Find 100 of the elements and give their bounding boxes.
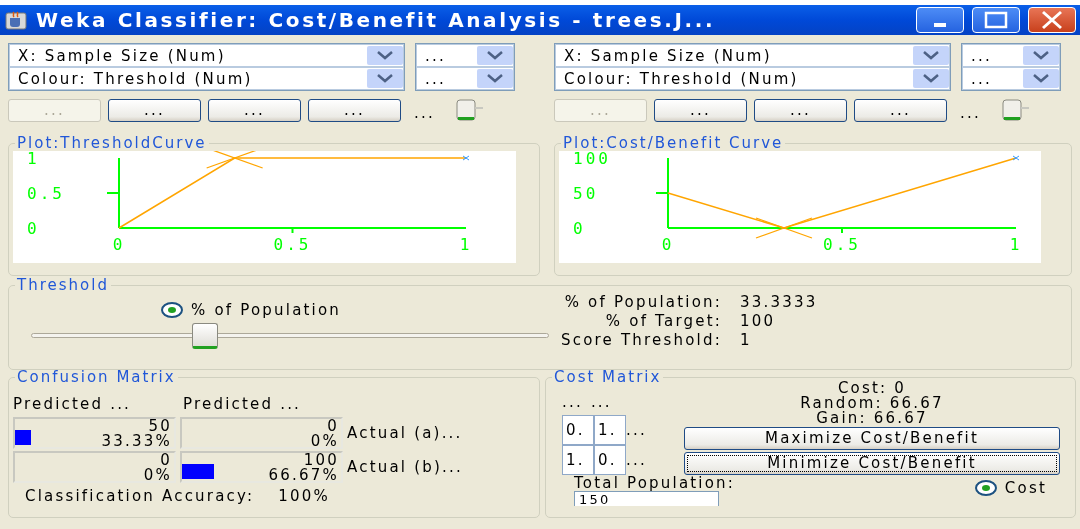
- stat-text: Gain: 66.67: [816, 411, 928, 426]
- radio-button[interactable]: [974, 480, 997, 496]
- column-header: Predicted ...: [183, 395, 303, 415]
- tick-label: 1: [459, 235, 473, 254]
- matrix-field[interactable]: 0.: [562, 415, 594, 445]
- matrix-field[interactable]: 1.: [562, 445, 594, 475]
- radio-button[interactable]: [161, 302, 183, 318]
- percent-text: 0%: [143, 468, 172, 483]
- slider-thumb[interactable]: [192, 323, 219, 349]
- count-text: 0: [160, 453, 172, 468]
- toolbar-button[interactable]: ...: [854, 98, 947, 122]
- stat-label: % of Target:: [604, 312, 722, 330]
- dropdown[interactable]: ...: [962, 67, 1060, 90]
- tick-mark: [841, 227, 843, 234]
- matrix-field[interactable]: 1.: [594, 415, 626, 445]
- ellipsis-label: ...: [960, 104, 981, 122]
- tick-label: 50: [573, 184, 599, 203]
- panel-title: Confusion Matrix: [16, 370, 177, 385]
- row-label: Actual (b)...: [347, 458, 463, 476]
- row-label: ...: [626, 451, 647, 469]
- matrix-field[interactable]: 0.: [594, 445, 626, 475]
- chevron-down-icon: [367, 69, 403, 88]
- dropdown[interactable]: ...: [416, 44, 514, 67]
- y-axis: [118, 157, 120, 229]
- point-marker: [462, 155, 470, 161]
- toolbar-button[interactable]: ...: [208, 98, 301, 122]
- dropdown[interactable]: ...: [962, 44, 1060, 67]
- toolbar-button[interactable]: ...: [654, 98, 747, 122]
- tick-label: 0: [27, 219, 40, 238]
- count-text: 100: [303, 453, 339, 468]
- handle-icon[interactable]: [1001, 99, 1032, 121]
- close-button[interactable]: [1028, 7, 1076, 33]
- stat-text: Random: 66.67: [800, 396, 944, 411]
- tick-mark: [291, 227, 294, 234]
- handle-icon[interactable]: [455, 99, 486, 121]
- tick-label: 0.5: [823, 235, 861, 254]
- percent-text: 33.33%: [101, 434, 172, 449]
- chevron-down-icon: [913, 69, 949, 88]
- percent-text: 0%: [310, 434, 339, 449]
- action-button[interactable]: Maximize Cost/Benefit: [684, 427, 1060, 450]
- accuracy-label: Classification Accuracy:: [25, 487, 255, 505]
- tick-mark: [106, 192, 120, 194]
- app-icon: [4, 9, 28, 31]
- action-button[interactable]: Minimize Cost/Benefit: [684, 452, 1060, 475]
- tick-label: 0: [661, 235, 675, 254]
- radio-label: % of Population: [191, 301, 342, 319]
- toolbar-button[interactable]: ...: [308, 98, 401, 122]
- dropdown[interactable]: X: Sample Size (Num): [555, 44, 950, 67]
- tick-label: 1: [1009, 235, 1023, 254]
- tick-label: 0: [573, 219, 586, 238]
- chevron-down-icon: [1023, 69, 1059, 88]
- dropdown[interactable]: Colour: Threshold (Num): [555, 67, 950, 90]
- tick-label: 0.5: [273, 235, 312, 254]
- input-field[interactable]: 150: [574, 491, 719, 506]
- panel-title: Cost Matrix: [553, 370, 663, 385]
- chevron-down-icon: [1023, 46, 1059, 65]
- minimize-button[interactable]: [916, 7, 964, 33]
- row-label: ...: [626, 421, 647, 439]
- tick-label: 0.5: [27, 184, 65, 203]
- tick-label: 0: [112, 235, 126, 254]
- stat-label: % of Population:: [563, 293, 722, 311]
- toolbar-button[interactable]: ...: [108, 98, 201, 122]
- panel-title: Threshold: [16, 278, 110, 293]
- dropdown[interactable]: ...: [416, 67, 514, 90]
- selection-marker: [755, 217, 813, 239]
- stat-value: 1: [739, 331, 753, 349]
- radio-label: Cost: [1004, 479, 1047, 497]
- percent-text: 66.67%: [268, 468, 339, 483]
- maximize-button[interactable]: [972, 7, 1020, 33]
- tick-label: 100: [573, 151, 611, 168]
- dropdown[interactable]: X: Sample Size (Num): [9, 44, 404, 67]
- panel-title: Plot:ThresholdCurve: [16, 136, 208, 151]
- count-text: 50: [148, 419, 172, 434]
- stat-value: 100: [739, 312, 777, 330]
- tick-mark: [655, 192, 669, 194]
- panel-title: Plot:Cost/Benefit Curve: [562, 136, 785, 151]
- column-header: ...: [562, 393, 583, 413]
- row-label: Actual (a)...: [347, 424, 463, 442]
- toolbar-button[interactable]: ...: [754, 98, 847, 122]
- close-icon: [1040, 10, 1064, 30]
- chevron-down-icon: [477, 46, 513, 65]
- window-title: Weka Classifier: Cost/Benefit Analysis - trees.J...: [36, 8, 717, 32]
- count-text: 0: [327, 419, 339, 434]
- y-axis: [667, 157, 669, 229]
- minimize-icon: [934, 23, 946, 27]
- field-label: Total Population:: [574, 475, 736, 491]
- tick-label: 1: [27, 151, 40, 168]
- chevron-down-icon: [477, 69, 513, 88]
- dropdown[interactable]: Colour: Threshold (Num): [9, 67, 404, 90]
- ellipsis-label: ...: [414, 104, 435, 122]
- stat-value: 33.3333: [739, 293, 818, 311]
- accuracy-value: 100%: [278, 487, 330, 505]
- selection-marker: [206, 151, 264, 169]
- stat-label: Score Threshold:: [561, 331, 722, 349]
- point-marker: [1012, 155, 1020, 161]
- chevron-down-icon: [913, 46, 949, 65]
- column-header: ...: [590, 393, 612, 413]
- column-header: Predicted ...: [13, 395, 133, 415]
- stat-text: Cost: 0: [837, 381, 907, 396]
- maximize-icon: [984, 11, 1008, 29]
